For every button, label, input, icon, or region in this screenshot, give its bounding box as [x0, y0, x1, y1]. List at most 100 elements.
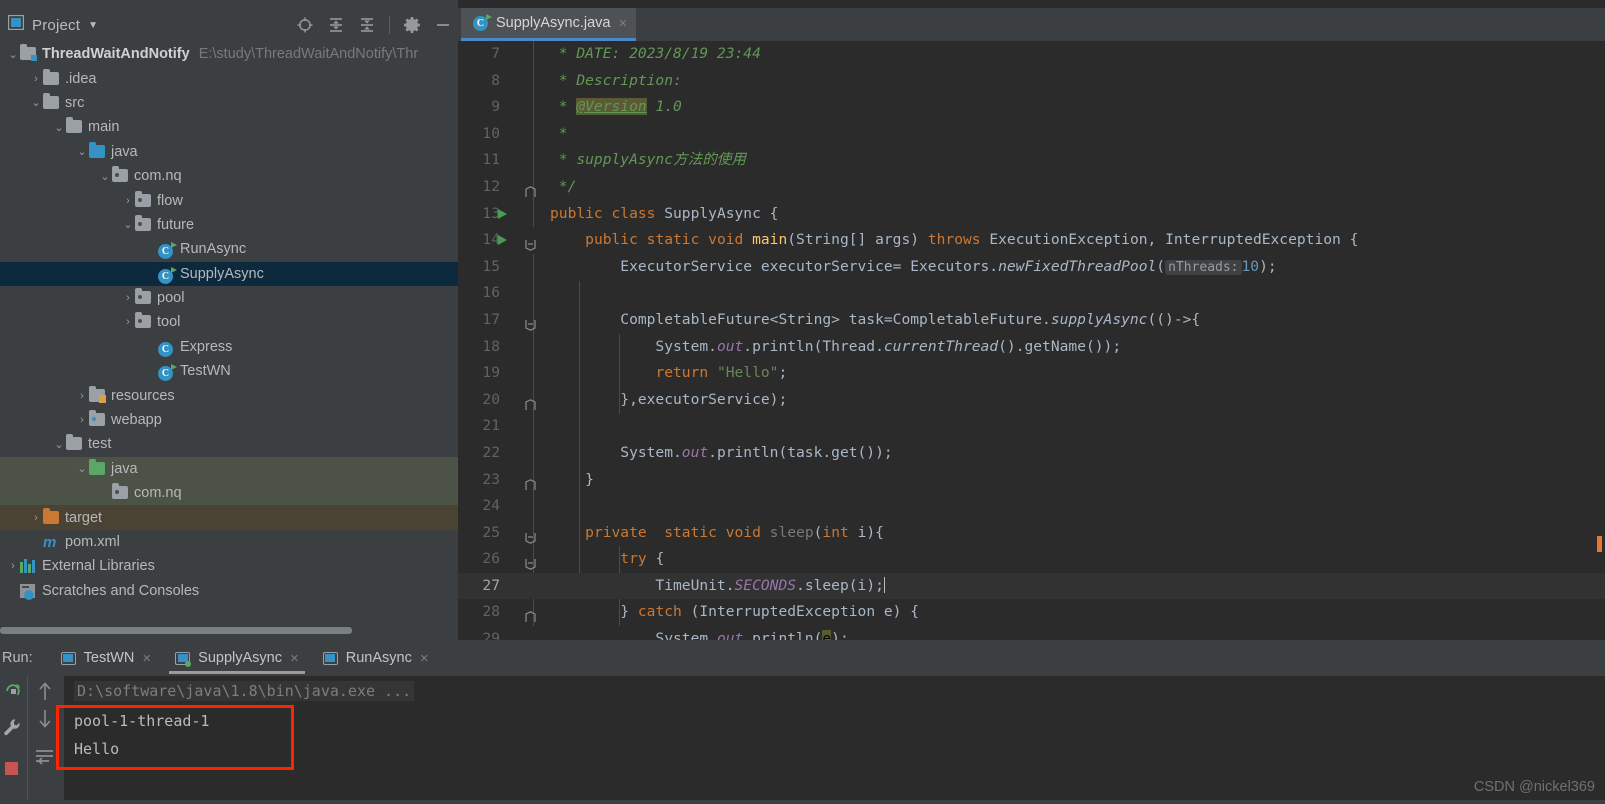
package-icon	[135, 288, 151, 305]
tree-item-label: TestWN	[180, 363, 231, 380]
minimize-icon[interactable]	[434, 16, 452, 34]
project-tree[interactable]: ⌄ ThreadWaitAndNotify E:\study\ThreadWaitA…	[0, 42, 458, 618]
wrench-icon[interactable]	[3, 718, 22, 742]
tree-item-label: ThreadWaitAndNotify	[42, 46, 190, 63]
run-console-output[interactable]: D:\software\java\1.8\bin\java.exe ... po…	[64, 676, 1605, 804]
fold-start-icon[interactable]	[525, 234, 536, 252]
fold-end-icon[interactable]	[525, 606, 536, 623]
tree-item-resources[interactable]: › resources	[0, 383, 458, 407]
tree-item-pool[interactable]: › pool	[0, 286, 458, 310]
expand-all-icon[interactable]	[327, 16, 345, 34]
run-gutter-icon[interactable]	[498, 208, 507, 219]
annotation-highlight-box	[56, 705, 294, 770]
run-config-running-icon	[175, 651, 192, 667]
fold-end-icon[interactable]	[525, 474, 536, 490]
close-icon[interactable]: ×	[420, 650, 429, 667]
tree-item-test[interactable]: ⌄ test	[0, 432, 458, 456]
line-number: 8	[491, 71, 500, 89]
run-tab-label: SupplyAsync	[198, 650, 282, 666]
tree-item-scratches-and-consoles[interactable]: ›Scratches and Consoles	[0, 579, 458, 603]
tree-item-label: resources	[111, 387, 175, 404]
chevron-down-icon[interactable]: ⌄	[6, 48, 20, 61]
chevron-down-icon[interactable]: ⌄	[75, 462, 89, 475]
tree-item-label: webapp	[111, 412, 162, 429]
chevron-down-icon[interactable]: ⌄	[75, 145, 89, 158]
code-editor[interactable]: 7 * DATE: 2023/8/19 23:44 8 * Descriptio…	[458, 41, 1605, 640]
tree-item-pom-xml[interactable]: ›mpom.xml	[0, 530, 458, 554]
tree-item-testwn[interactable]: ›CTestWN	[0, 359, 458, 383]
code-line: 13 public class SupplyAsync {	[458, 201, 1605, 228]
close-icon[interactable]: ×	[618, 16, 627, 31]
chevron-down-icon[interactable]: ▼	[88, 20, 98, 31]
soft-wrap-icon[interactable]	[35, 748, 55, 771]
tree-item-runasync[interactable]: ›CRunAsync	[0, 237, 458, 261]
line-number: 28	[482, 603, 500, 621]
fold-end-icon[interactable]	[525, 394, 536, 410]
project-panel-header: Project ▼	[0, 8, 458, 42]
chevron-right-icon[interactable]: ›	[29, 73, 43, 85]
chevron-right-icon[interactable]: ›	[121, 292, 135, 304]
code-line: 19 return "Hello";	[458, 360, 1605, 387]
chevron-down-icon[interactable]: ⌄	[29, 96, 43, 109]
tree-item-label: future	[157, 216, 195, 233]
tree-item-future[interactable]: ⌄ future	[0, 213, 458, 237]
tree-item-tool[interactable]: › tool	[0, 310, 458, 334]
tree-item-supplyasync[interactable]: ›CSupplyAsync	[0, 261, 458, 286]
line-number: 26	[482, 550, 500, 568]
editor-tab-label: SupplyAsync.java	[496, 15, 611, 31]
tree-item-label: pom.xml	[65, 534, 120, 550]
tree-item-label: flow	[157, 192, 183, 209]
chevron-down-icon[interactable]: ⌄	[52, 121, 66, 134]
chevron-down-icon[interactable]: ⌄	[98, 170, 112, 183]
fold-start-icon[interactable]	[525, 527, 536, 544]
tree-item-express[interactable]: ›CExpress	[0, 335, 458, 359]
project-hscroll-thumb[interactable]	[0, 627, 352, 634]
tree-item-external-libraries[interactable]: › External Libraries	[0, 554, 458, 578]
chevron-right-icon[interactable]: ›	[121, 195, 135, 207]
locate-icon[interactable]	[296, 16, 314, 34]
tree-item-java[interactable]: ⌄ java	[0, 456, 458, 482]
fold-start-icon[interactable]	[525, 553, 536, 571]
run-tab-runasync[interactable]: RunAsync ×	[311, 640, 441, 676]
chevron-down-icon[interactable]: ⌄	[52, 438, 66, 451]
tree-item-threadwaitandnotify[interactable]: ⌄ ThreadWaitAndNotify E:\study\ThreadWaitA…	[0, 42, 458, 66]
tree-item--idea[interactable]: › .idea	[0, 66, 458, 90]
collapse-all-icon[interactable]	[358, 16, 376, 34]
tree-item-java[interactable]: ⌄ java	[0, 140, 458, 164]
chevron-right-icon[interactable]: ›	[75, 390, 89, 402]
tree-item-label: com.nq	[134, 168, 182, 185]
chevron-down-icon[interactable]: ⌄	[121, 218, 135, 231]
editor-tab-supplyasync[interactable]: C SupplyAsync.java ×	[461, 8, 637, 41]
tree-item-flow[interactable]: › flow	[0, 188, 458, 212]
fold-end-icon[interactable]	[525, 181, 536, 197]
run-gutter-icon[interactable]	[498, 235, 507, 246]
chevron-right-icon[interactable]: ›	[6, 560, 20, 572]
tree-item-src[interactable]: ⌄ src	[0, 91, 458, 115]
tree-item-label: java	[111, 143, 138, 160]
chevron-right-icon[interactable]: ›	[75, 414, 89, 426]
tree-item-target[interactable]: › target	[0, 505, 458, 530]
run-tab-supplyasync[interactable]: SupplyAsync ×	[163, 640, 311, 676]
package-icon	[135, 190, 151, 207]
close-icon[interactable]: ×	[142, 650, 151, 667]
chevron-right-icon[interactable]: ›	[121, 316, 135, 328]
scroll-down-icon[interactable]	[37, 708, 53, 735]
rerun-icon[interactable]	[4, 682, 22, 705]
maven-pom-icon: m	[43, 534, 57, 551]
code-line: 28 } catch (InterruptedException e) {	[458, 599, 1605, 626]
chevron-right-icon[interactable]: ›	[29, 512, 43, 524]
tree-item-com-nq[interactable]: ⌄ com.nq	[0, 164, 458, 188]
gear-icon[interactable]	[403, 16, 421, 34]
tree-item-webapp[interactable]: › webapp	[0, 408, 458, 432]
line-number: 9	[491, 98, 500, 116]
stop-icon[interactable]	[5, 762, 18, 775]
run-config-icon	[322, 651, 338, 665]
line-number: 7	[491, 45, 500, 62]
close-icon[interactable]: ×	[290, 650, 299, 667]
tree-item-com-nq[interactable]: ›com.nq	[0, 481, 458, 506]
fold-start-icon[interactable]	[525, 314, 536, 331]
error-stripe-marker[interactable]	[1597, 536, 1602, 552]
scroll-up-icon[interactable]	[37, 680, 53, 707]
tree-item-main[interactable]: ⌄ main	[0, 115, 458, 139]
run-tab-testwn[interactable]: TestWN ×	[49, 640, 164, 676]
